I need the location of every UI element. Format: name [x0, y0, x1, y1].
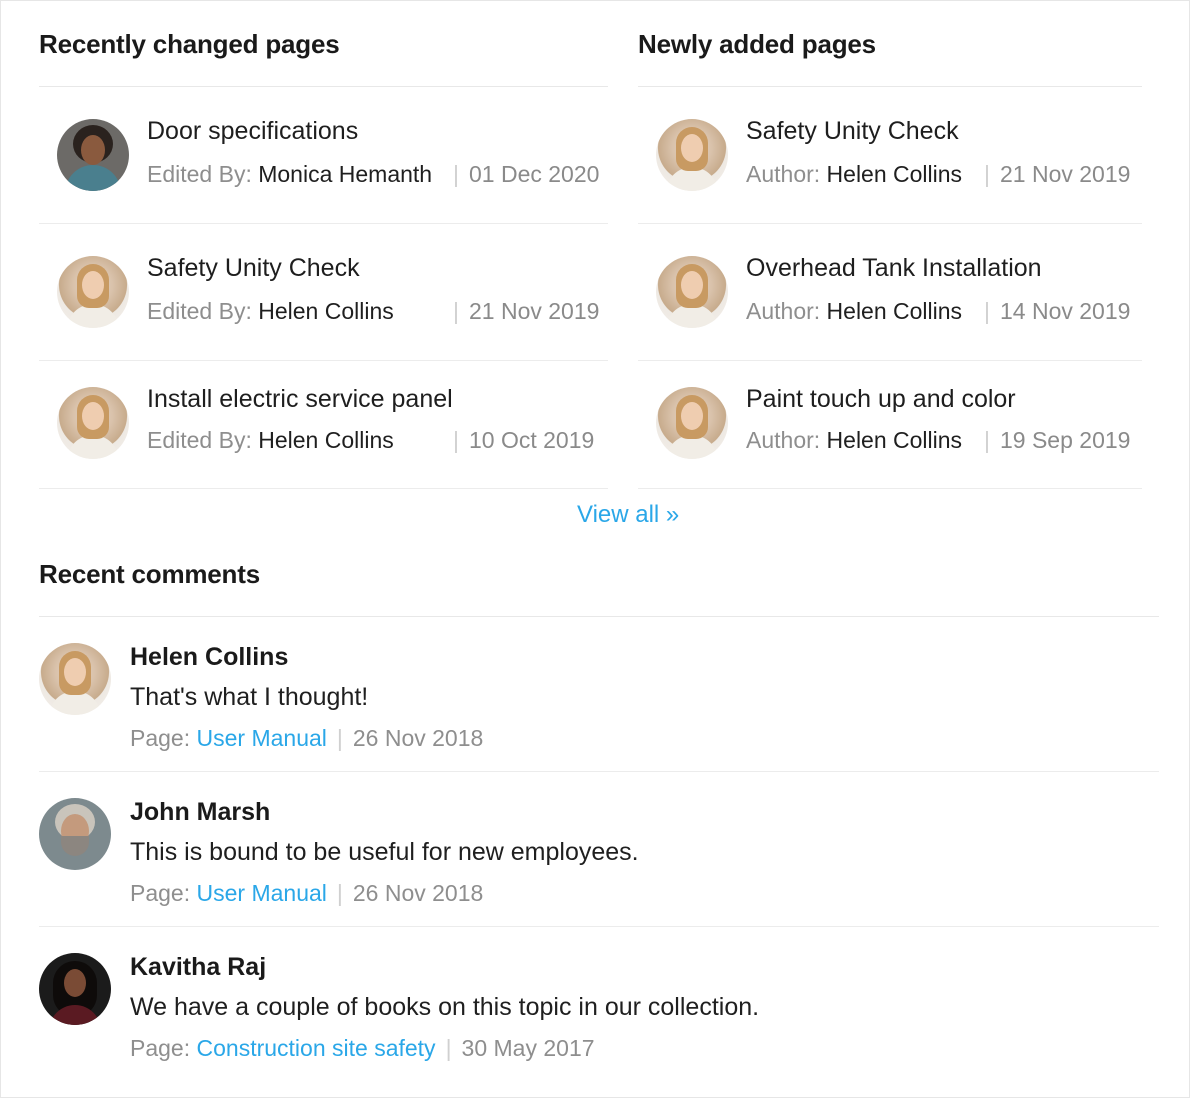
author-label: Author:: [746, 427, 821, 453]
page-row[interactable]: Safety Unity Check Edited By: Helen Coll…: [39, 224, 608, 361]
helen-avatar: [656, 387, 728, 459]
recent-comments-section: Recent comments Helen Collins That's wha…: [39, 531, 1159, 1082]
page-title-link[interactable]: Door specifications: [147, 117, 358, 146]
comment-text: This is bound to be useful for new emplo…: [130, 838, 639, 866]
comment-date: 26 Nov 2018: [352, 880, 484, 906]
page-label: Page:: [130, 880, 191, 906]
separator: |: [453, 161, 459, 187]
edited-by-label: Edited By:: [147, 298, 252, 324]
edit-date: 10 Oct 2019: [468, 427, 595, 453]
author-label: Author:: [746, 298, 821, 324]
monica-avatar: [57, 119, 129, 191]
page-label: Page:: [130, 1035, 191, 1061]
separator: |: [984, 161, 990, 187]
page-row[interactable]: Safety Unity Check Author: Helen Collins…: [638, 87, 1142, 224]
helen-avatar: [656, 119, 728, 191]
page-title-link[interactable]: Paint touch up and color: [746, 385, 1016, 414]
kavitha-avatar: [39, 953, 111, 1025]
helen-avatar: [656, 256, 728, 328]
helen-avatar: [57, 256, 129, 328]
comment-author[interactable]: Helen Collins: [130, 643, 288, 672]
comment-text: We have a couple of books on this topic …: [130, 993, 760, 1021]
separator: |: [445, 1035, 452, 1061]
author-name: Helen Collins: [826, 161, 963, 187]
helen-avatar: [39, 643, 111, 715]
dashboard-panel: Recently changed pages Door specificatio…: [0, 0, 1190, 1098]
newly-added-section: Newly added pages Safety Unity Check Aut…: [638, 1, 1142, 489]
comment-author[interactable]: John Marsh: [130, 798, 270, 827]
page-row[interactable]: Door specifications Edited By: Monica He…: [39, 87, 608, 224]
edited-by-label: Edited By:: [147, 161, 252, 187]
recently-changed-section: Recently changed pages Door specificatio…: [39, 1, 608, 489]
view-all-link[interactable]: View all »: [577, 501, 679, 529]
page-title-link[interactable]: Safety Unity Check: [147, 254, 360, 283]
page-meta: Author: Helen Collins | 21 Nov 2019: [746, 161, 1130, 188]
separator: |: [984, 298, 990, 324]
newly-added-title: Newly added pages: [638, 1, 1142, 87]
author-name: Helen Collins: [826, 427, 963, 453]
comment-meta: Page: Construction site safety | 30 May 20…: [130, 1035, 595, 1062]
comment-text: That's what I thought!: [130, 683, 369, 711]
page-meta: Author: Helen Collins | 14 Nov 2019: [746, 298, 1130, 325]
editor-name: Monica Hemanth: [258, 161, 433, 187]
comment-meta: Page: User Manual | 26 Nov 2018: [130, 880, 483, 907]
page-meta: Edited By: Monica Hemanth | 01 Dec 2020: [147, 161, 599, 188]
separator: |: [453, 298, 459, 324]
page-meta: Author: Helen Collins | 19 Sep 2019: [746, 427, 1130, 454]
added-date: 14 Nov 2019: [999, 298, 1131, 324]
comment-date: 30 May 2017: [461, 1035, 595, 1061]
comment-author[interactable]: Kavitha Raj: [130, 953, 266, 982]
edit-date: 21 Nov 2019: [468, 298, 600, 324]
page-row[interactable]: Paint touch up and color Author: Helen C…: [638, 361, 1142, 489]
added-date: 19 Sep 2019: [999, 427, 1131, 453]
editor-name: Helen Collins: [258, 298, 394, 324]
added-date: 21 Nov 2019: [999, 161, 1131, 187]
page-meta: Edited By: Helen Collins | 10 Oct 2019: [147, 427, 594, 454]
edited-by-label: Edited By:: [147, 427, 252, 453]
helen-avatar: [57, 387, 129, 459]
comment-meta: Page: User Manual | 26 Nov 2018: [130, 725, 483, 752]
comment-date: 26 Nov 2018: [352, 725, 484, 751]
comment-page-link[interactable]: User Manual: [197, 725, 327, 751]
page-meta: Edited By: Helen Collins | 21 Nov 2019: [147, 298, 599, 325]
separator: |: [984, 427, 990, 453]
comment-item: Kavitha Raj We have a couple of books on…: [39, 927, 1159, 1082]
separator: |: [336, 725, 343, 751]
editor-name: Helen Collins: [258, 427, 394, 453]
separator: |: [453, 427, 459, 453]
page-label: Page:: [130, 725, 191, 751]
page-title-link[interactable]: Install electric service panel: [147, 385, 453, 414]
comment-item: John Marsh This is bound to be useful fo…: [39, 772, 1159, 927]
comment-item: Helen Collins That's what I thought! Pag…: [39, 617, 1159, 772]
comment-page-link[interactable]: User Manual: [197, 880, 327, 906]
john-avatar: [39, 798, 111, 870]
page-title-link[interactable]: Overhead Tank Installation: [746, 254, 1042, 283]
recent-comments-title: Recent comments: [39, 531, 1159, 617]
page-row[interactable]: Install electric service panel Edited By…: [39, 361, 608, 489]
recently-changed-title: Recently changed pages: [39, 1, 608, 87]
comment-page-link[interactable]: Construction site safety: [197, 1035, 436, 1061]
author-name: Helen Collins: [826, 298, 963, 324]
page-row[interactable]: Overhead Tank Installation Author: Helen…: [638, 224, 1142, 361]
edit-date: 01 Dec 2020: [468, 161, 600, 187]
author-label: Author:: [746, 161, 821, 187]
separator: |: [336, 880, 343, 906]
page-title-link[interactable]: Safety Unity Check: [746, 117, 959, 146]
